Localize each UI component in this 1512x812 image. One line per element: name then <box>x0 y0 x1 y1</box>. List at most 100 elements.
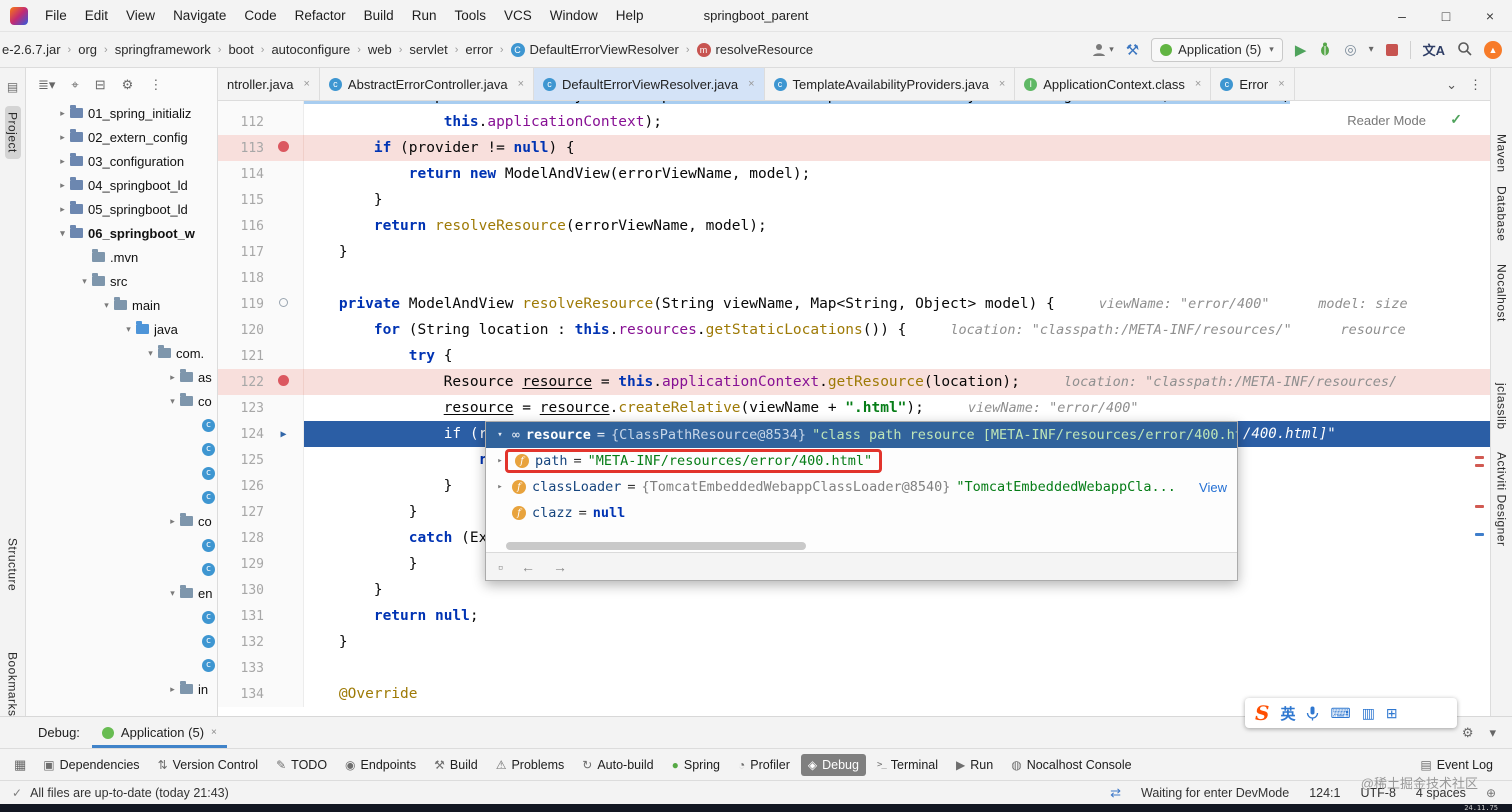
tree-item[interactable]: c <box>26 605 217 629</box>
toolwindow-button-profiler[interactable]: ◔ Profiler <box>731 754 797 776</box>
code-line-133[interactable]: 133 <box>218 655 1490 681</box>
chevron-right-icon[interactable]: ▸ <box>166 372 179 383</box>
breadcrumb-item[interactable]: e-2.6.7.jar <box>2 42 61 57</box>
toolwindow-switcher-icon[interactable]: ▦ <box>6 757 34 773</box>
tool-stripe-project[interactable]: Project <box>4 106 21 159</box>
tree-item[interactable]: ▸ in <box>26 677 217 701</box>
devmode-status[interactable]: Waiting for enter DevMode <box>1141 786 1289 800</box>
collapse-all-icon[interactable]: ⊟ <box>95 77 106 93</box>
close-icon[interactable]: × <box>211 727 217 738</box>
tree-item[interactable]: ▸ co <box>26 509 217 533</box>
tree-item[interactable]: ▾ 06_springboot_w <box>26 221 217 245</box>
tree-item[interactable]: c <box>26 533 217 557</box>
close-icon[interactable]: × <box>748 78 754 90</box>
user-icon[interactable]: ▾ <box>1091 42 1114 58</box>
chevron-right-icon[interactable]: ▸ <box>56 108 69 119</box>
chevron-down-icon[interactable]: ▾ <box>56 228 69 239</box>
more-run-actions-icon[interactable]: ▾ <box>1369 44 1374 55</box>
breadcrumb-item[interactable]: autoconfigure <box>271 42 350 57</box>
menu-item-code[interactable]: Code <box>235 0 285 32</box>
debug-bug-icon[interactable] <box>1318 41 1332 59</box>
code-line-115[interactable]: 115 } <box>218 187 1490 213</box>
minimize-button[interactable]: – <box>1380 0 1424 32</box>
tree-item[interactable]: ▾ main <box>26 293 217 317</box>
toolwindow-button-problems[interactable]: ⚠ Problems <box>489 754 572 776</box>
ov-gutter-icon[interactable] <box>264 298 303 310</box>
gear-icon[interactable]: ⚙ <box>1462 725 1474 741</box>
tree-item[interactable]: .mvn <box>26 245 217 269</box>
chevron-down-icon[interactable]: ▾ <box>144 348 157 359</box>
tool-stripe-structure[interactable]: Structure <box>6 538 20 591</box>
scrollbar-thumb[interactable] <box>506 542 806 550</box>
chevron-right-icon[interactable]: ▸ <box>494 482 506 492</box>
editor-tab[interactable]: ntroller.java × <box>218 68 320 100</box>
toolwindow-button-todo[interactable]: ✎ TODO <box>269 754 334 776</box>
tree-item[interactable]: c <box>26 461 217 485</box>
tree-item[interactable]: ▸ 01_spring_initializ <box>26 101 217 125</box>
tree-item[interactable]: ▾ en <box>26 581 217 605</box>
chevron-right-icon[interactable]: ▸ <box>166 516 179 527</box>
menu-item-file[interactable]: File <box>36 0 76 32</box>
toolwindow-button-endpoints[interactable]: ◉ Endpoints <box>338 754 423 776</box>
close-button[interactable]: × <box>1468 0 1512 32</box>
tree-item[interactable]: ▸ as <box>26 365 217 389</box>
bp-gutter-icon[interactable] <box>264 141 303 155</box>
search-icon[interactable] <box>1457 41 1472 59</box>
more-icon[interactable]: ⋮ <box>149 77 162 93</box>
tab-options-icon[interactable]: ⋮ <box>1469 77 1482 93</box>
build-hammer-icon[interactable]: ⚒ <box>1126 41 1139 59</box>
code-line-119[interactable]: 119 private ModelAndView resolveResource… <box>218 291 1490 317</box>
toolwindow-button-spring[interactable]: ● Spring <box>665 754 727 776</box>
editor-tab[interactable]: c Error × <box>1211 68 1295 100</box>
close-icon[interactable]: × <box>518 78 524 90</box>
tree-item[interactable]: c <box>26 557 217 581</box>
tree-item[interactable]: c <box>26 437 217 461</box>
pin-icon[interactable]: ▫ <box>498 559 503 575</box>
menu-item-help[interactable]: Help <box>607 0 653 32</box>
breadcrumb-item[interactable]: web <box>368 42 392 57</box>
keyboard-icon[interactable]: ⌨ <box>1330 705 1350 722</box>
close-icon[interactable]: × <box>1278 78 1284 90</box>
menu-item-window[interactable]: Window <box>541 0 607 32</box>
back-icon[interactable]: ← <box>521 559 535 575</box>
popup-hscrollbar[interactable] <box>488 542 1235 552</box>
chevron-down-icon[interactable]: ▾ <box>100 300 113 311</box>
chevron-right-icon[interactable]: ▸ <box>56 204 69 215</box>
run-config-select[interactable]: Application (5) ▾ <box>1151 37 1283 62</box>
toolwindow-button-nocalhost[interactable]: ◍ Nocalhost Console <box>1004 754 1138 776</box>
code-line-131[interactable]: 131 return null; <box>218 603 1490 629</box>
chevron-down-icon[interactable]: ▾ <box>166 396 179 407</box>
variable-row-path[interactable]: ▸ f path = "META-INF/resources/error/400.h… <box>486 448 1237 474</box>
breadcrumb-item[interactable]: boot <box>228 42 253 57</box>
popup-header-row[interactable]: ▾ ∞ resource = {ClassPathResource@8534} "c… <box>486 422 1237 448</box>
tree-item[interactable]: ▸ 02_extern_config <box>26 125 217 149</box>
microphone-icon[interactable] <box>1306 706 1319 721</box>
chevron-right-icon[interactable]: ▸ <box>56 180 69 191</box>
project-view-dropdown-icon[interactable]: ≣▾ <box>38 77 55 93</box>
run-button[interactable]: ▶ <box>1295 41 1307 59</box>
sogou-logo-icon[interactable]: S <box>1255 703 1269 723</box>
menu-item-vcs[interactable]: VCS <box>495 0 541 32</box>
chevron-right-icon[interactable]: ▸ <box>56 132 69 143</box>
breadcrumb-item[interactable]: servlet <box>409 42 447 57</box>
toolwindow-button-vcs[interactable]: ⇅ Version Control <box>151 754 266 776</box>
tree-item[interactable]: ▸ 04_springboot_ld <box>26 173 217 197</box>
tool-stripe-nocalhost[interactable]: Nocalhost <box>1495 264 1509 322</box>
tree-item[interactable]: ▾ co <box>26 389 217 413</box>
close-icon[interactable]: × <box>1195 78 1201 90</box>
tree-item[interactable]: c <box>26 413 217 437</box>
code-line-121[interactable]: 121 try { <box>218 343 1490 369</box>
breadcrumb-item[interactable]: org <box>78 42 97 57</box>
menu-item-build[interactable]: Build <box>355 0 403 32</box>
gear-icon[interactable]: ⚙ <box>122 77 134 93</box>
editor-tab[interactable]: c AbstractErrorController.java × <box>319 68 535 100</box>
code-line-111[interactable]: 111 TemplateAvailabilityProvider provide… <box>218 101 1490 109</box>
toolbox-icon[interactable]: ▥ <box>1362 705 1375 722</box>
code-line-120[interactable]: 120 for (String location : this.resource… <box>218 317 1490 343</box>
chevron-down-icon[interactable]: ▾ <box>166 588 179 599</box>
view-link[interactable]: View <box>1199 480 1227 495</box>
toolwindow-button-build[interactable]: ⚒ Build <box>427 754 485 776</box>
breadcrumb-item[interactable]: m resolveResource <box>696 42 813 57</box>
menu-item-run[interactable]: Run <box>403 0 446 32</box>
tree-item[interactable]: c <box>26 653 217 677</box>
